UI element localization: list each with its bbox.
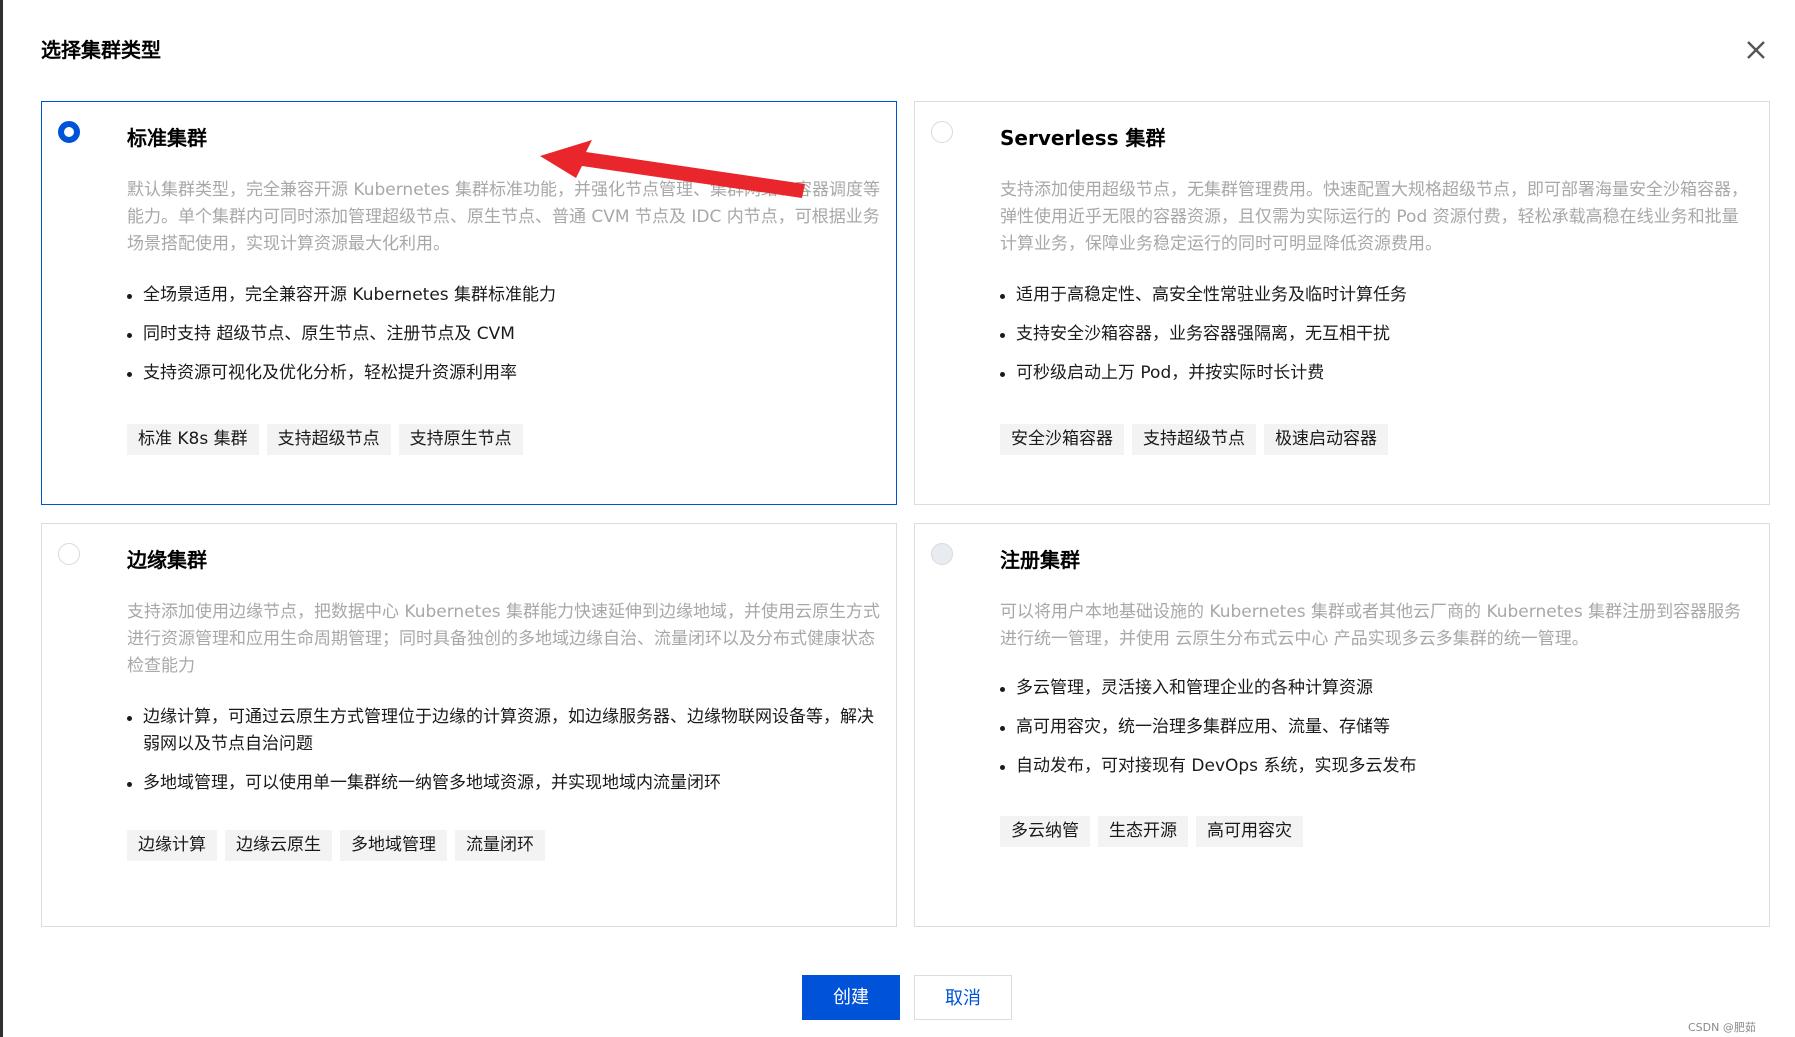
annotation-arrow-icon	[540, 140, 805, 198]
feature-item: 边缘计算，可通过云原生方式管理位于边缘的计算资源，如边缘服务器、边缘物联网设备等…	[127, 704, 877, 758]
radio-edge[interactable]	[58, 543, 80, 565]
tag: 高可用容灾	[1196, 816, 1303, 847]
tag: 支持超级节点	[1132, 424, 1256, 455]
feature-item: 多地域管理，可以使用单一集群统一纳管多地域资源，并实现地域内流量闭环	[127, 770, 877, 797]
feature-item: 可秒级启动上万 Pod，并按实际时长计费	[1000, 360, 1750, 387]
feature-list: 全场景适用，完全兼容开源 Kubernetes 集群标准能力 同时支持 超级节点…	[127, 282, 877, 399]
tag: 流量闭环	[455, 830, 545, 861]
watermark: CSDN @肥茹	[1688, 1021, 1756, 1034]
feature-item: 多云管理，灵活接入和管理企业的各种计算资源	[1000, 675, 1750, 702]
feature-list: 多云管理，灵活接入和管理企业的各种计算资源 高可用容灾，统一治理多集群应用、流量…	[1000, 675, 1750, 792]
tag: 安全沙箱容器	[1000, 424, 1124, 455]
feature-list: 适用于高稳定性、高安全性常驻业务及临时计算任务 支持安全沙箱容器，业务容器强隔离…	[1000, 282, 1750, 399]
tag-list: 安全沙箱容器 支持超级节点 极速启动容器	[1000, 424, 1388, 455]
tag: 边缘云原生	[225, 830, 332, 861]
card-description: 支持添加使用超级节点，无集群管理费用。快速配置大规格超级节点，即可部署海量安全沙…	[1000, 180, 1748, 254]
radio-serverless[interactable]	[931, 121, 953, 143]
dialog-title: 选择集群类型	[41, 38, 161, 62]
feature-item: 全场景适用，完全兼容开源 Kubernetes 集群标准能力	[127, 282, 877, 309]
tag-list: 边缘计算 边缘云原生 多地域管理 流量闭环	[127, 830, 545, 861]
tag: 标准 K8s 集群	[127, 424, 259, 455]
close-icon	[1747, 41, 1765, 59]
tag: 边缘计算	[127, 830, 217, 861]
radio-registered[interactable]	[931, 543, 953, 565]
radio-standard[interactable]	[58, 121, 80, 143]
card-title: Serverless 集群	[1000, 126, 1166, 150]
feature-item: 同时支持 超级节点、原生节点、注册节点及 CVM	[127, 321, 877, 348]
tag: 支持原生节点	[398, 424, 523, 455]
tag-list: 多云纳管 生态开源 高可用容灾	[1000, 816, 1303, 847]
cluster-card-serverless[interactable]: Serverless 集群 支持添加使用超级节点，无集群管理费用。快速配置大规格…	[914, 101, 1770, 505]
card-title: 边缘集群	[127, 548, 207, 572]
card-description: 可以将用户本地基础设施的 Kubernetes 集群或者其他云厂商的 Kuber…	[1000, 602, 1742, 649]
feature-list: 边缘计算，可通过云原生方式管理位于边缘的计算资源，如边缘服务器、边缘物联网设备等…	[127, 704, 877, 809]
feature-item: 支持安全沙箱容器，业务容器强隔离，无互相干扰	[1000, 321, 1750, 348]
cluster-card-edge[interactable]: 边缘集群 支持添加使用边缘节点，把数据中心 Kubernetes 集群能力快速延…	[41, 523, 897, 927]
feature-item: 高可用容灾，统一治理多集群应用、流量、存储等	[1000, 714, 1750, 741]
card-title: 标准集群	[127, 126, 207, 150]
feature-item: 适用于高稳定性、高安全性常驻业务及临时计算任务	[1000, 282, 1750, 309]
tag: 多地域管理	[340, 830, 447, 861]
tag: 支持超级节点	[266, 424, 391, 455]
tag-list: 标准 K8s 集群 支持超级节点 支持原生节点	[127, 424, 523, 455]
tag: 极速启动容器	[1264, 424, 1388, 455]
tag: 生态开源	[1098, 816, 1188, 847]
cluster-card-registered[interactable]: 注册集群 可以将用户本地基础设施的 Kubernetes 集群或者其他云厂商的 …	[914, 523, 1770, 927]
card-title: 注册集群	[1000, 548, 1080, 572]
feature-item: 自动发布，可对接现有 DevOps 系统，实现多云发布	[1000, 753, 1750, 780]
tag: 多云纳管	[1000, 816, 1090, 847]
select-cluster-type-dialog: 选择集群类型 标准集群 默认集群类型，完全兼容开源 Kubernetes 集群标…	[0, 0, 1795, 1037]
cancel-button[interactable]: 取消	[914, 975, 1012, 1020]
feature-item: 支持资源可视化及优化分析，轻松提升资源利用率	[127, 360, 877, 387]
create-button[interactable]: 创建	[802, 975, 900, 1020]
close-button[interactable]	[1742, 36, 1770, 64]
card-description: 支持添加使用边缘节点，把数据中心 Kubernetes 集群能力快速延伸到边缘地…	[127, 602, 881, 676]
